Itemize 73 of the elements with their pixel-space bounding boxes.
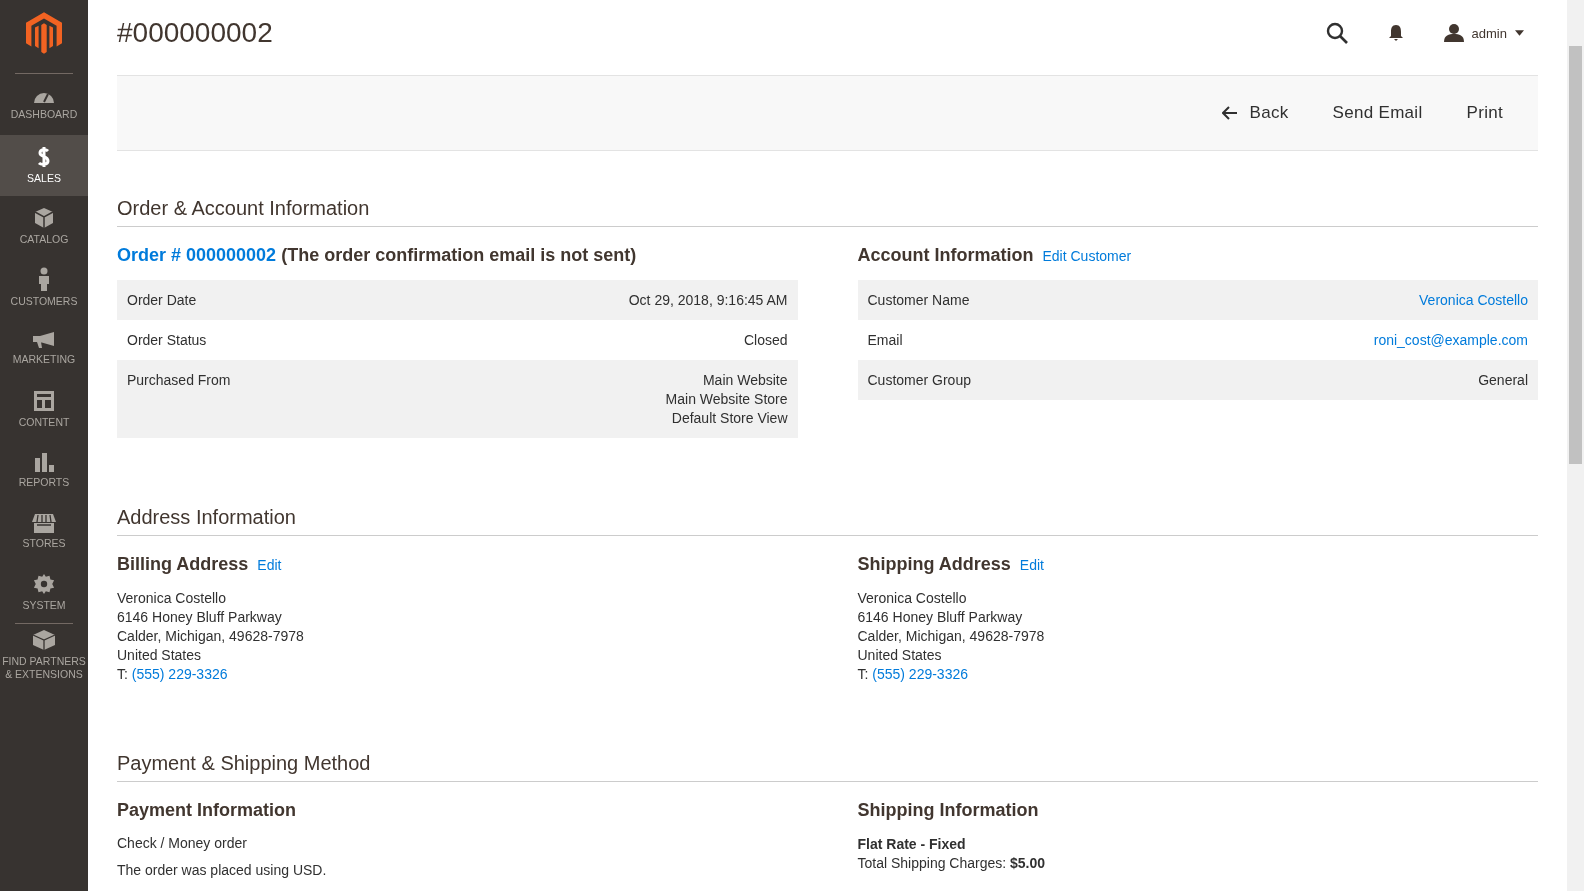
user-icon: [1443, 24, 1464, 42]
phone-link[interactable]: (555) 229-3326: [872, 666, 969, 682]
section-title: Address Information: [117, 506, 1538, 536]
row-label: Customer Group: [867, 372, 971, 388]
megaphone-icon: [32, 331, 56, 350]
edit-customer-link[interactable]: Edit Customer: [1042, 248, 1132, 264]
shipping-method: Flat Rate - Fixed: [857, 835, 967, 854]
nav-item[interactable]: CATALOG: [0, 196, 88, 257]
nav-item[interactable]: SALES: [0, 135, 88, 196]
subsection-title: Payment Information: [117, 800, 298, 821]
address-line: 6146 Honey Bluff Parkway: [857, 608, 1024, 627]
subsection-title: Account Information: [857, 245, 1034, 266]
section-title: Payment & Shipping Method: [117, 752, 1538, 782]
address-line: 6146 Honey Bluff Parkway: [117, 608, 283, 627]
nav-item[interactable]: CUSTOMERS: [0, 257, 88, 318]
row-link[interactable]: roni_cost@example.com: [1373, 332, 1528, 348]
box-icon: [34, 207, 54, 230]
layout-icon: [33, 390, 55, 413]
subsection-title: Shipping Information: [857, 800, 1040, 821]
settings-icon: [33, 573, 55, 596]
currency-note: The order was placed using USD.: [117, 862, 328, 878]
order-heading: Order # 000000002 (The order confirmation email is not sent): [117, 245, 638, 266]
phone-line: T: (555) 229-3326: [857, 665, 970, 684]
search-icon[interactable]: [1325, 22, 1348, 44]
person-icon: [38, 267, 50, 292]
nav-item[interactable]: REPORTS: [0, 440, 88, 501]
nav-item[interactable]: SYSTEM: [0, 562, 88, 623]
action-button[interactable]: Send Email: [1317, 95, 1438, 131]
nav-item[interactable]: STORES: [0, 501, 88, 562]
order-link[interactable]: Order # 000000002: [117, 245, 277, 265]
nav-item[interactable]: MARKETING: [0, 318, 88, 379]
subsection-title: Shipping Address: [857, 554, 1011, 575]
row-value: Default Store View: [671, 410, 788, 426]
storefront-icon: [32, 513, 56, 534]
nav-item[interactable]: DASHBOARD: [0, 74, 88, 135]
row-value: Main Website: [702, 372, 788, 388]
address-line: United States: [857, 646, 943, 665]
address-line: Veronica Costello: [857, 589, 968, 608]
row-value: Main Website Store: [665, 391, 788, 407]
arrow-left-icon: [1221, 106, 1238, 120]
row-link[interactable]: Veronica Costello: [1419, 292, 1528, 308]
user-menu[interactable]: admin: [1443, 24, 1524, 42]
payment-method: Check / Money order: [117, 835, 248, 851]
dollar-icon: [37, 146, 51, 169]
phone-line: T: (555) 229-3326: [117, 665, 229, 684]
nav-item[interactable]: FIND PARTNERS & EXTENSIONS: [0, 624, 88, 685]
row-label: Order Status: [127, 332, 207, 348]
row-value: Oct 29, 2018, 9:16:45 AM: [628, 292, 788, 308]
address-line: United States: [117, 646, 203, 665]
back-button[interactable]: Back: [1206, 95, 1304, 131]
row-value: General: [1478, 372, 1528, 388]
subsection-title: Billing Address: [117, 554, 249, 575]
bar-chart-icon: [34, 452, 54, 473]
phone-link[interactable]: (555) 229-3326: [131, 666, 228, 682]
edit-link[interactable]: Edit: [257, 557, 282, 573]
logo-icon: [26, 12, 62, 54]
row-label: Email: [867, 332, 903, 348]
row-value: Closed: [743, 332, 788, 348]
address-line: Calder, Michigan, 49628-7978: [857, 627, 1046, 646]
scrollbar[interactable]: [1567, 0, 1584, 891]
bell-icon[interactable]: [1387, 24, 1404, 42]
address-line: Calder, Michigan, 49628-7978: [117, 627, 305, 646]
address-line: Veronica Costello: [117, 589, 227, 608]
action-button[interactable]: Print: [1451, 95, 1518, 131]
row-label: Order Date: [127, 292, 197, 308]
row-label: Customer Name: [867, 292, 970, 308]
row-label: Purchased From: [127, 372, 231, 390]
page-title: #000000002: [117, 17, 273, 49]
edit-link[interactable]: Edit: [1019, 557, 1044, 573]
shipping-charges: Total Shipping Charges: $5.00: [857, 854, 1047, 873]
nav-item[interactable]: CONTENT: [0, 379, 88, 440]
section-title: Order & Account Information: [117, 197, 1538, 227]
caret-icon: [1515, 30, 1524, 36]
